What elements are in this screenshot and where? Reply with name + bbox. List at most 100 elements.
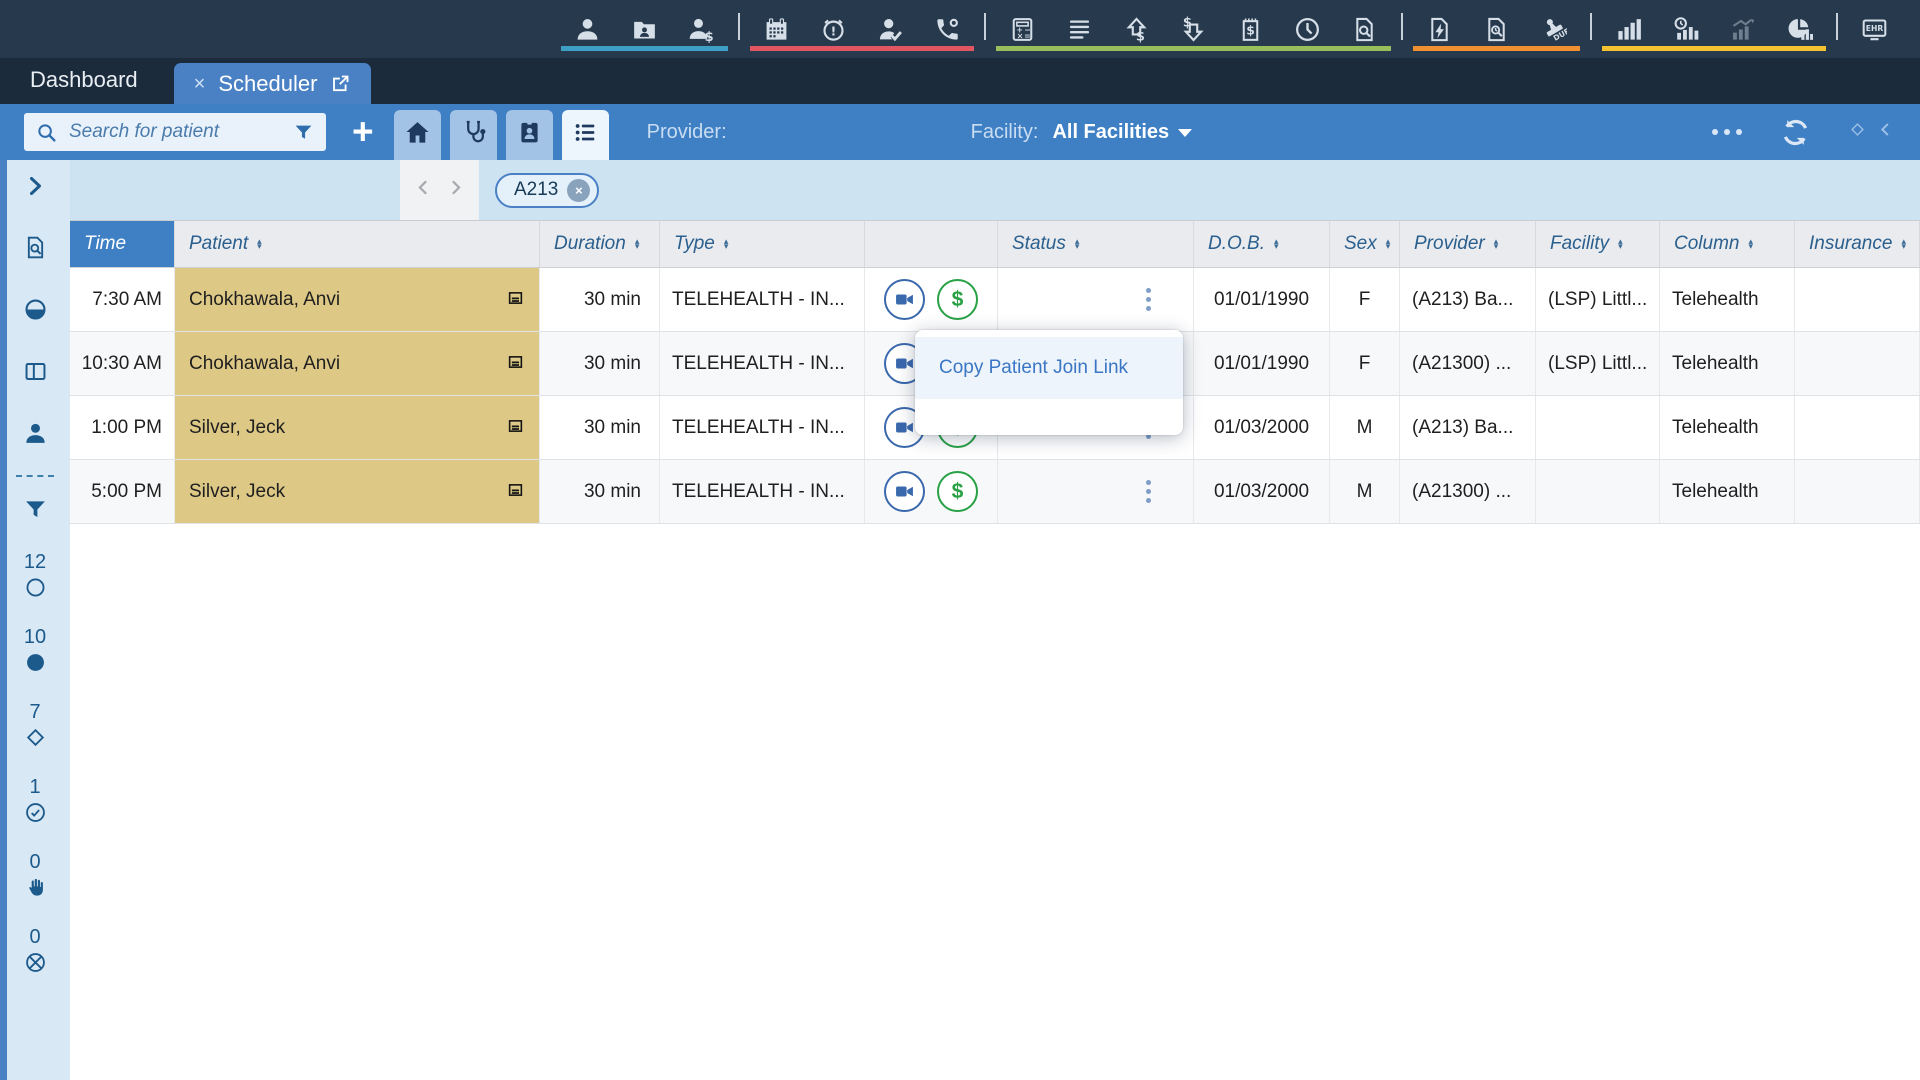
column-header-type[interactable]: Type▴▾ xyxy=(660,221,865,267)
sort-icon[interactable]: ▴▾ xyxy=(1748,239,1753,250)
alarm-clock-icon[interactable]: ! xyxy=(820,16,847,43)
patient-cell[interactable]: Chokhawala, Anvi xyxy=(175,268,540,331)
filter-chip[interactable]: A213 × xyxy=(495,173,599,208)
start-video-button[interactable] xyxy=(884,279,925,320)
column-header-status[interactable]: Status▴▾ xyxy=(998,221,1194,267)
search-input[interactable] xyxy=(67,120,283,144)
type-cell: TELEHEALTH - IN... xyxy=(660,396,865,459)
actions-cell: $ xyxy=(865,268,998,331)
sort-icon[interactable]: ▴▾ xyxy=(635,239,640,250)
row-menu-button[interactable] xyxy=(1146,288,1151,311)
sidebar-tool-document-search[interactable] xyxy=(23,235,48,265)
sort-icon[interactable]: ▴▾ xyxy=(1901,239,1906,250)
tab-scheduler[interactable]: × Scheduler xyxy=(174,63,372,104)
more-options-button[interactable] xyxy=(1712,129,1742,135)
appointment-row[interactable]: 7:30 AMChokhawala, Anvi30 minTELEHEALTH … xyxy=(70,268,1920,332)
view-button-list-view[interactable] xyxy=(562,110,609,160)
time-bar-chart-icon[interactable] xyxy=(1672,16,1699,43)
popout-icon[interactable] xyxy=(330,73,351,94)
patient-search-box[interactable] xyxy=(24,113,326,151)
ehr-monitor-icon[interactable]: EHR xyxy=(1861,16,1888,43)
column-header-patient[interactable]: Patient▴▾ xyxy=(175,221,540,267)
collapse-left-icon[interactable] xyxy=(1877,121,1894,143)
calculator-icon[interactable]: +−×= xyxy=(1009,16,1036,43)
patient-dollar-icon[interactable]: $ xyxy=(688,16,715,43)
sort-icon[interactable]: ▴▾ xyxy=(1494,239,1499,250)
half-circle-icon xyxy=(23,297,48,327)
sidebar-tool-chevron-right[interactable] xyxy=(23,174,47,203)
pie-bar-chart-icon[interactable] xyxy=(1786,16,1813,43)
duration-cell: 30 min xyxy=(540,460,660,523)
insurance-cell xyxy=(1795,268,1920,331)
diamond-icon[interactable] xyxy=(1849,121,1866,143)
view-button-home[interactable] xyxy=(394,110,441,160)
column-header-duration[interactable]: Duration▴▾ xyxy=(540,221,660,267)
appointment-row[interactable]: 5:00 PMSilver, Jeck30 minTELEHEALTH - IN… xyxy=(70,460,1920,524)
start-video-button[interactable] xyxy=(884,471,925,512)
column-header-provider[interactable]: Provider▴▾ xyxy=(1400,221,1536,267)
document-flash-icon[interactable] xyxy=(1426,16,1453,43)
bar-chart-icon[interactable] xyxy=(1615,16,1642,43)
sidebar-counter-check-circle[interactable]: 1 xyxy=(24,776,47,829)
close-tab-icon[interactable]: × xyxy=(194,74,206,94)
stamp-due-icon[interactable]: DUE xyxy=(1540,16,1567,43)
document-review-icon[interactable] xyxy=(1483,16,1510,43)
billing-button[interactable]: $ xyxy=(937,471,978,512)
facility-dropdown[interactable]: All Facilities xyxy=(1052,121,1192,144)
list-menu-icon[interactable] xyxy=(1066,16,1093,43)
sort-icon[interactable]: ▴▾ xyxy=(257,239,262,250)
facility-cell: (LSP) Littl... xyxy=(1536,268,1660,331)
column-header-facility[interactable]: Facility▴▾ xyxy=(1536,221,1660,267)
phone-icon[interactable] xyxy=(934,16,961,43)
topbar-separator xyxy=(1590,13,1592,40)
sort-icon[interactable]: ▴▾ xyxy=(1075,239,1080,250)
billing-button[interactable]: $ xyxy=(937,279,978,320)
remove-chip-icon[interactable]: × xyxy=(567,179,590,202)
sort-icon[interactable]: ▴▾ xyxy=(1386,239,1391,250)
check-circle-icon xyxy=(24,801,47,829)
calendar-icon[interactable] xyxy=(763,16,790,43)
column-header-column[interactable]: Column▴▾ xyxy=(1660,221,1795,267)
patient-folder-icon[interactable] xyxy=(631,16,658,43)
column-cell: Telehealth xyxy=(1660,460,1795,523)
chevron-left-icon[interactable] xyxy=(414,178,433,202)
column-header-dob[interactable]: D.O.B.▴▾ xyxy=(1194,221,1330,267)
sidebar-tool-columns[interactable] xyxy=(23,359,48,389)
document-search-icon[interactable] xyxy=(1351,16,1378,43)
topbar-group: DUE xyxy=(1410,7,1583,49)
filter-funnel-icon[interactable] xyxy=(293,122,314,143)
sidebar-counter-circle-filled[interactable]: 10 xyxy=(24,626,47,679)
patient-check-icon[interactable] xyxy=(877,16,904,43)
column-header-sex[interactable]: Sex▴▾ xyxy=(1330,221,1400,267)
sidebar-counter-circle-x[interactable]: 0 xyxy=(24,926,47,979)
time-clock-icon[interactable] xyxy=(1294,16,1321,43)
money-down-icon[interactable]: $ xyxy=(1180,16,1207,43)
person-icon xyxy=(23,421,48,451)
add-appointment-button[interactable]: + xyxy=(352,117,374,147)
sort-icon[interactable]: ▴▾ xyxy=(1274,239,1279,250)
trend-chart-icon[interactable] xyxy=(1729,16,1756,43)
tab-dashboard[interactable]: Dashboard xyxy=(0,67,174,104)
sidebar-counter-diamond-outline[interactable]: 7 xyxy=(24,701,47,754)
refresh-button[interactable] xyxy=(1780,117,1811,148)
money-up-icon[interactable]: $ xyxy=(1123,16,1150,43)
sort-icon[interactable]: ▴▾ xyxy=(724,239,729,250)
sidebar-tool-person[interactable] xyxy=(23,421,48,451)
chevron-right-icon[interactable] xyxy=(446,178,465,202)
patient-cell[interactable]: Silver, Jeck xyxy=(175,460,540,523)
column-header-insurance[interactable]: Insurance▴▾ xyxy=(1795,221,1920,267)
view-button-stethoscope[interactable] xyxy=(450,110,497,160)
sidebar-counter-hand[interactable]: 0 xyxy=(24,851,47,904)
sidebar-counter-circle-outline[interactable]: 12 xyxy=(24,551,47,604)
person-icon[interactable] xyxy=(574,16,601,43)
receipt-dollar-icon[interactable]: $ xyxy=(1237,16,1264,43)
counter-value: 0 xyxy=(29,926,40,949)
patient-cell[interactable]: Silver, Jeck xyxy=(175,396,540,459)
sort-icon[interactable]: ▴▾ xyxy=(1618,239,1623,250)
sidebar-tool-half-circle[interactable] xyxy=(23,297,48,327)
copy-patient-join-link-item[interactable]: Copy Patient Join Link xyxy=(915,337,1183,399)
view-button-patient-badge[interactable] xyxy=(506,110,553,160)
row-menu-button[interactable] xyxy=(1146,480,1151,503)
patient-cell[interactable]: Chokhawala, Anvi xyxy=(175,332,540,395)
sidebar-tool-funnel[interactable] xyxy=(23,497,48,527)
